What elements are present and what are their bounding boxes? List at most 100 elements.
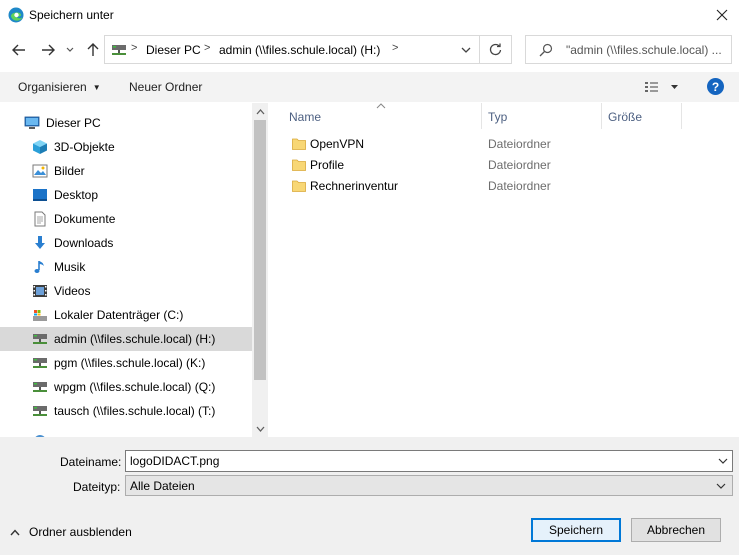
nav-item-admin-drive[interactable]: admin (\\files.schule.local) (H:) [0,327,252,351]
folder-icon [292,138,306,150]
caret-down-icon: ▼ [92,83,101,92]
chevron-down-icon [256,426,264,432]
chevron-up-icon [10,528,20,535]
sort-ascending-icon [376,103,386,109]
nav-item-desktop[interactable]: Desktop [0,183,252,207]
nav-label: wpgm (\\files.schule.local) (Q:) [54,380,216,394]
nav-label: Desktop [54,188,99,202]
filetype-value: Alle Dateien [130,479,195,493]
forward-button[interactable] [37,39,59,61]
nav-item-local-drive[interactable]: Lokaler Datenträger (C:) [0,303,252,327]
nav-item-tausch-drive[interactable]: tausch (\\files.schule.local) (T:) [0,399,252,423]
view-options-button[interactable] [643,79,683,95]
window-title: Speichern unter [29,8,114,22]
cancel-button[interactable]: Abbrechen [631,518,721,542]
table-row[interactable]: Rechnerinventur Dateiordner [290,176,730,197]
download-icon [35,236,45,249]
file-name: Profile [310,158,345,172]
scroll-thumb[interactable] [254,120,266,380]
filetype-label: Dateityp: [73,480,121,494]
breadcrumb-item[interactable]: admin (\\files.schule.local) (H:) [219,43,380,57]
file-type: Dateiordner [488,179,551,193]
recent-locations-button[interactable] [63,39,77,61]
nav-item-documents[interactable]: Dokumente [0,207,252,231]
desktop-icon [33,189,47,201]
nav-label: Lokaler Datenträger (C:) [54,308,184,322]
address-bar[interactable]: > Dieser PC > admin (\\files.schule.loca… [104,35,480,64]
pc-icon [24,116,40,129]
close-icon [716,9,727,21]
nav-label: Dieser PC [46,116,101,130]
nav-label: tausch (\\files.schule.local) (T:) [54,404,216,418]
nav-item-pictures[interactable]: Bilder [0,159,252,183]
network-drive-icon [33,406,47,416]
back-button[interactable] [8,39,30,61]
chevron-up-icon [256,108,264,114]
filetype-dropdown-arrow [714,479,728,493]
search-input[interactable]: "admin (\\files.schule.local) ... [566,43,728,57]
refresh-button[interactable] [480,35,512,64]
column-divider[interactable] [681,103,682,129]
nav-item-videos[interactable]: Videos [0,279,252,303]
nav-item-pgm-drive[interactable]: pgm (\\files.schule.local) (K:) [0,351,252,375]
nav-label: Bilder [54,164,85,178]
nav-item-partial [0,429,252,437]
breadcrumb-item[interactable]: Dieser PC [146,43,201,57]
navigation-pane: Dieser PC 3D-Objekte Bilder Desktop Doku… [0,103,252,437]
network-drive-icon [33,334,47,344]
filename-label: Dateiname: [60,455,122,469]
file-list: Name Typ Größe OpenVPN Dateiordner Profi… [268,103,739,437]
column-header-type[interactable]: Typ [488,103,507,129]
hide-folders-toggle[interactable]: Ordner ausblenden [10,525,132,539]
nav-label: 3D-Objekte [54,140,115,154]
arrow-left-icon [12,44,25,56]
network-drive-icon [112,45,126,55]
help-button[interactable]: ? [707,78,724,95]
local-drive-icon [33,310,47,321]
up-button[interactable] [82,39,104,61]
search-box[interactable]: "admin (\\files.schule.local) ... [525,35,732,64]
nav-item-3d-objects[interactable]: 3D-Objekte [0,135,252,159]
scroll-up-button[interactable] [252,103,268,120]
videos-icon [33,285,47,297]
view-list-icon [645,82,678,92]
table-row[interactable]: Profile Dateiordner [290,155,730,176]
filename-field[interactable] [125,450,733,472]
close-button[interactable] [704,0,739,30]
breadcrumb-separator[interactable]: > [131,42,137,54]
arrow-right-icon [42,44,55,56]
save-button[interactable]: Speichern [531,518,621,542]
file-type: Dateiordner [488,137,551,151]
chevron-down-icon [66,47,74,52]
toolbar: Organisieren ▼ Neuer Ordner [0,72,739,102]
scroll-down-button[interactable] [252,420,268,437]
nav-item-this-pc[interactable]: Dieser PC [0,111,252,135]
chevron-down-icon[interactable] [459,44,473,56]
chevron-down-icon [718,458,728,464]
organize-button[interactable]: Organisieren ▼ [18,80,101,94]
nav-label: Videos [54,284,91,298]
new-folder-button[interactable]: Neuer Ordner [129,80,202,94]
column-header-size[interactable]: Größe [608,103,642,129]
network-drive-icon [33,382,47,392]
chevron-down-icon [716,483,726,489]
column-divider[interactable] [601,103,602,129]
nav-item-downloads[interactable]: Downloads [0,231,252,255]
cube-icon [33,140,47,154]
nav-item-wpgm-drive[interactable]: wpgm (\\files.schule.local) (Q:) [0,375,252,399]
folder-icon [292,159,306,171]
hide-folders-label: Ordner ausblenden [29,525,132,539]
nav-scrollbar[interactable] [252,103,268,437]
file-name: Rechnerinventur [310,179,399,193]
nav-label: Downloads [54,236,114,250]
filename-history-dropdown[interactable] [716,454,730,468]
filetype-select[interactable]: Alle Dateien [125,475,733,496]
network-drive-icon [33,358,47,368]
column-divider[interactable] [481,103,482,129]
breadcrumb-separator[interactable]: > [204,42,210,54]
table-row[interactable]: OpenVPN Dateiordner [290,134,730,155]
column-header-name[interactable]: Name [289,103,321,129]
breadcrumb-separator[interactable]: > [392,42,398,54]
nav-item-music[interactable]: Musik [0,255,252,279]
refresh-icon [489,43,502,56]
